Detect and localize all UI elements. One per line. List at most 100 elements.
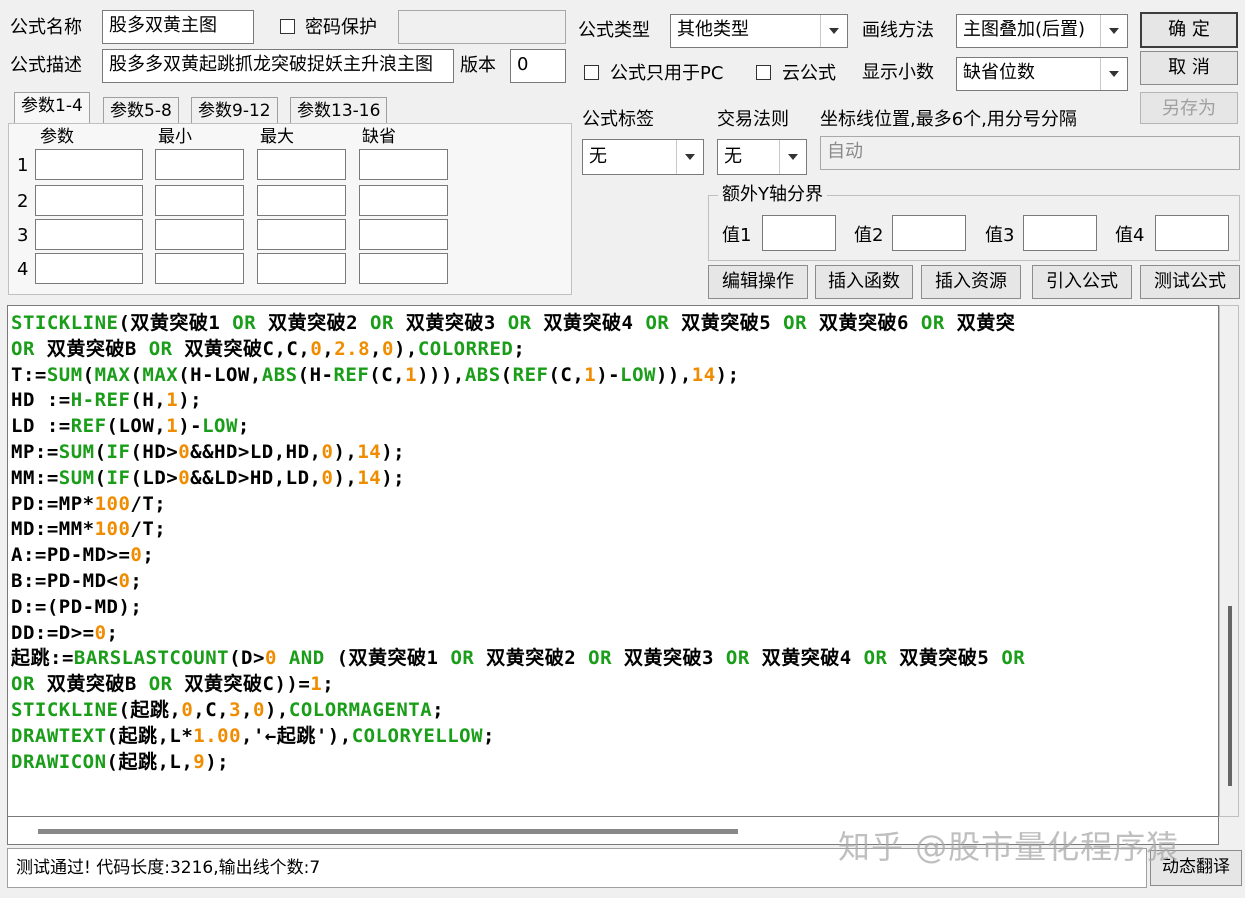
code-token: );: [715, 363, 740, 386]
param-cell[interactable]: [359, 185, 448, 216]
code-token: ,: [370, 337, 382, 360]
code-token: (起跳,L*: [106, 724, 194, 747]
pc-only-checkbox[interactable]: [584, 65, 599, 80]
code-token: ))): [417, 363, 453, 386]
param-cell[interactable]: [35, 219, 143, 250]
import-formula-button[interactable]: 引入公式: [1032, 265, 1132, 299]
param-cell[interactable]: [257, 219, 346, 250]
val3-input[interactable]: [1023, 215, 1097, 251]
draw-method-label: 画线方法: [862, 20, 934, 41]
scrollbar-thumb[interactable]: [1228, 606, 1232, 786]
vertical-scrollbar[interactable]: [1219, 305, 1239, 817]
scrollbar-thumb[interactable]: [38, 829, 738, 834]
code-token: (双黄突破1: [324, 647, 451, 670]
code-token: ,C,: [193, 698, 230, 721]
code-editor[interactable]: STICKLINE(双黄突破1 OR 双黄突破2 OR 双黄突破3 OR 双黄突…: [7, 305, 1219, 817]
password-input[interactable]: [398, 10, 566, 44]
code-token: AND: [288, 647, 325, 670]
code-token: (: [94, 440, 107, 463]
code-token: SUM: [58, 440, 95, 463]
code-token: 双黄突破6: [807, 312, 921, 334]
param-cell[interactable]: [35, 185, 143, 216]
insert-res-button[interactable]: 插入资源: [921, 265, 1021, 299]
password-protect-checkbox[interactable]: [280, 19, 295, 34]
trade-rule-label: 交易法则: [717, 109, 789, 130]
code-token: 双黄突破4: [749, 647, 864, 670]
code-token: ABS: [261, 363, 298, 386]
edit-ops-button[interactable]: 编辑操作: [708, 265, 808, 299]
val4-input[interactable]: [1155, 215, 1229, 251]
param-cell[interactable]: [257, 185, 346, 216]
param-cell[interactable]: [257, 253, 346, 284]
code-token: );: [205, 750, 230, 773]
code-token: 0: [321, 440, 334, 463]
code-token: 双黄突破B: [34, 673, 149, 696]
chevron-down-icon[interactable]: [1100, 15, 1127, 47]
chevron-down-icon[interactable]: [1100, 58, 1127, 90]
param-cell[interactable]: [155, 149, 244, 180]
chevron-down-icon[interactable]: [676, 140, 703, 174]
formula-tag-value: 无: [589, 146, 607, 167]
param-cell[interactable]: [155, 253, 244, 284]
code-token: 3: [229, 698, 242, 721]
cloud-formula-checkbox[interactable]: [756, 65, 771, 80]
draw-method-select[interactable]: 主图叠加(后置): [956, 14, 1128, 48]
code-token: &&LD>HD,LD,: [190, 466, 322, 489]
code-token: 双黄突破5: [887, 647, 1002, 670]
tab-params-1-4[interactable]: 参数1-4: [14, 92, 90, 124]
tab-params-13-16[interactable]: 参数13-16: [290, 97, 388, 124]
code-token: 0: [181, 698, 194, 721]
code-token: ;: [322, 673, 335, 696]
code-line: PD:=MP*100/T;: [8, 491, 1218, 517]
code-token: 14: [691, 363, 716, 386]
code-token: 0: [94, 621, 107, 644]
param-cell[interactable]: [359, 219, 448, 250]
code-token: 0: [253, 698, 265, 721]
tab-params-5-8[interactable]: 参数5-8: [103, 97, 179, 124]
test-formula-button[interactable]: 测试公式: [1140, 265, 1240, 299]
formula-tag-select[interactable]: 无: [582, 139, 704, 175]
param-cell[interactable]: [35, 253, 143, 284]
param-cell[interactable]: [359, 253, 448, 284]
code-token: PD:=MP*: [11, 492, 95, 515]
code-token: STICKLINE: [11, 312, 119, 334]
param-cell[interactable]: [359, 149, 448, 180]
code-token: COLORMAGENTA: [288, 698, 433, 721]
axis-position-input[interactable]: 自动: [820, 136, 1240, 170]
chevron-down-icon[interactable]: [820, 15, 847, 47]
formula-name-input[interactable]: 股多双黄主图: [102, 10, 254, 44]
insert-func-button[interactable]: 插入函数: [815, 265, 913, 299]
version-input[interactable]: 0: [510, 49, 566, 83]
val2-input[interactable]: [892, 215, 966, 251]
code-token: REF: [333, 363, 370, 386]
save-as-button[interactable]: 另存为: [1140, 92, 1238, 124]
param-header-min: 最小: [158, 127, 192, 147]
code-token: 1: [584, 363, 597, 386]
chevron-down-icon[interactable]: [779, 140, 806, 174]
formula-desc-input[interactable]: 股多多双黄起跳抓龙突破捉妖主升浪主图: [102, 49, 454, 83]
code-line: DD:=D>=0;: [8, 620, 1218, 646]
param-cell[interactable]: [35, 149, 143, 180]
code-token: OR: [588, 647, 613, 670]
formula-type-select[interactable]: 其他类型: [670, 14, 848, 48]
cancel-button[interactable]: 取 消: [1140, 51, 1238, 85]
code-token: COLORRED: [417, 337, 514, 360]
param-cell[interactable]: [155, 185, 244, 216]
ok-button[interactable]: 确 定: [1140, 12, 1238, 48]
code-token: ;: [106, 621, 119, 644]
code-token: ABS: [464, 363, 501, 386]
code-token: ),: [333, 466, 358, 489]
code-token: IF: [106, 440, 131, 463]
val1-input[interactable]: [762, 215, 836, 251]
code-token: (LOW,: [106, 415, 167, 438]
code-token: COLORYELLOW: [351, 724, 484, 747]
param-cell[interactable]: [257, 149, 346, 180]
show-decimals-select[interactable]: 缺省位数: [956, 57, 1128, 91]
code-token: 0: [178, 466, 191, 489]
param-cell[interactable]: [155, 219, 244, 250]
code-token: (H,: [130, 389, 167, 412]
tab-params-9-12[interactable]: 参数9-12: [191, 97, 278, 124]
draw-method-value: 主图叠加(后置): [963, 19, 1086, 40]
trade-rule-select[interactable]: 无: [717, 139, 807, 175]
code-token: (起跳,L,: [106, 750, 194, 773]
